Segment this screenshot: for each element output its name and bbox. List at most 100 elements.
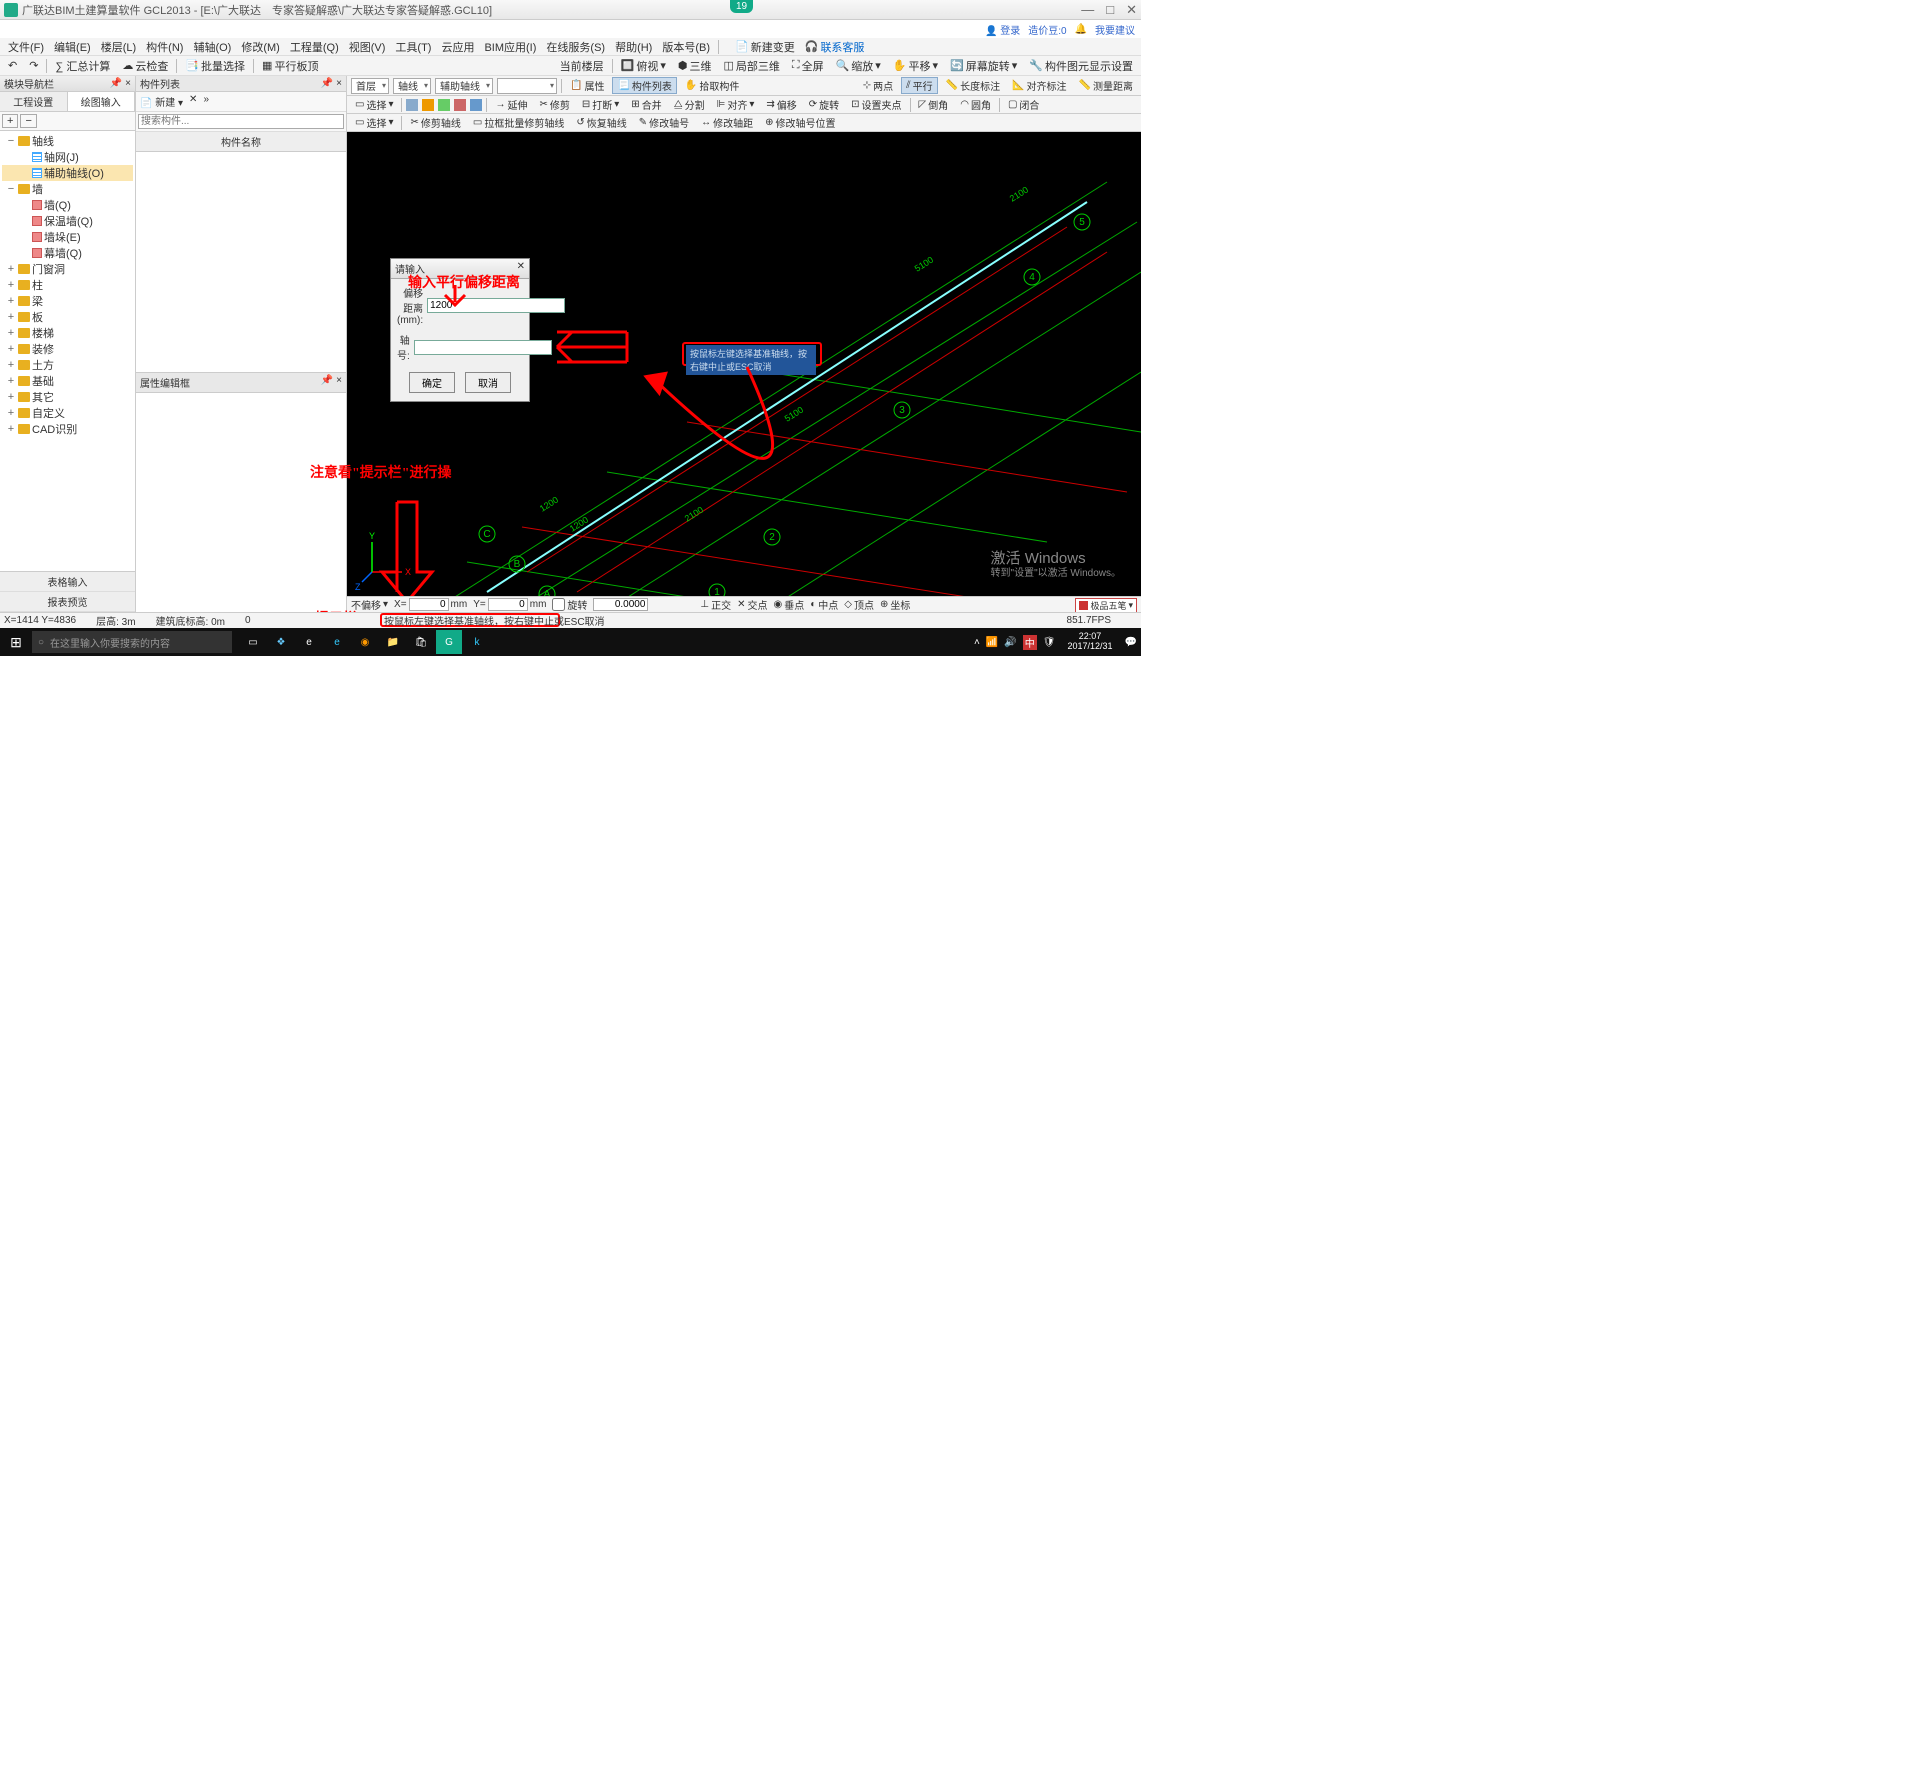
length-dim-button[interactable]: 📏 长度标注 [942, 78, 1004, 93]
display-settings-button[interactable]: 🔧 构件图元显示设置 [1025, 57, 1137, 75]
menu-tools[interactable]: 工具(T) [391, 38, 435, 56]
close-button-tool[interactable]: ▢ 闭合 [1004, 97, 1043, 112]
new-change-button[interactable]: 📄 新建变更 [731, 38, 799, 56]
tool-icon[interactable] [470, 99, 482, 111]
tab-project-settings[interactable]: 工程设置 [0, 92, 68, 111]
tool-icon[interactable] [438, 99, 450, 111]
tray-notifications-icon[interactable]: 💬 [1125, 637, 1137, 648]
cancel-button[interactable]: 取消 [465, 372, 511, 393]
set-grip-button[interactable]: ⊡ 设置夹点 [847, 97, 905, 112]
login-link[interactable]: 👤 登录 [985, 22, 1020, 37]
axis-no-input[interactable] [414, 340, 552, 355]
tree-item[interactable]: +梁 [2, 293, 133, 309]
menu-quantity[interactable]: 工程量(Q) [286, 38, 343, 56]
zoom-button[interactable]: 🔍 缩放 ▾ [832, 57, 885, 75]
tab-draw-input[interactable]: 绘图输入 [68, 92, 136, 111]
contact-support-button[interactable]: 🎧 联系客服 [801, 38, 869, 56]
property-editor[interactable] [136, 393, 346, 613]
snap-perp[interactable]: ◉ 垂点 [774, 597, 805, 612]
aux-axis-select[interactable]: 辅助轴线 [435, 78, 493, 94]
fullscreen-button[interactable]: ⛶ 全屏 [788, 57, 828, 75]
snap-coord[interactable]: ⊕ 坐标 [880, 597, 910, 612]
batch-select-button[interactable]: 📑 批量选择 [181, 57, 249, 75]
trim-axis-button[interactable]: ✂ 修剪轴线 [406, 115, 464, 130]
tree-item[interactable]: +其它 [2, 389, 133, 405]
split-button[interactable]: ⧋ 分割 [670, 97, 709, 112]
partial-3d-button[interactable]: ◫ 局部三维 [719, 57, 783, 75]
menu-bim[interactable]: BIM应用(I) [480, 38, 540, 56]
sum-calc-button[interactable]: ∑ 汇总计算 [51, 57, 114, 75]
align-dim-button[interactable]: 📐 对齐标注 [1008, 78, 1070, 93]
taskbar-clock[interactable]: 22:072017/12/31 [1062, 632, 1119, 652]
rotate-checkbox[interactable] [552, 598, 565, 611]
price-beans[interactable]: 造价豆:0 [1028, 22, 1066, 37]
tray-ime-icon[interactable]: 中 [1023, 635, 1037, 650]
parallel-button[interactable]: ⫽ 平行 [901, 77, 937, 94]
measure-button[interactable]: 📏 测量距离 [1075, 78, 1137, 93]
nav-expand-button[interactable]: + [2, 114, 18, 128]
menu-online[interactable]: 在线服务(S) [542, 38, 609, 56]
parallel-board-button[interactable]: ▦ 平行板顶 [258, 57, 322, 75]
offset-input[interactable] [427, 298, 565, 313]
tray-volume-icon[interactable]: 🔊 [1004, 637, 1016, 648]
feedback-link[interactable]: 我要建议 [1095, 22, 1135, 37]
round-button[interactable]: ◠ 圆角 [956, 97, 995, 112]
tree-item[interactable]: 幕墙(Q) [2, 245, 133, 261]
merge-button[interactable]: ⊞ 合并 [627, 97, 665, 112]
tool-icon[interactable] [422, 99, 434, 111]
rotate-input[interactable] [593, 598, 648, 611]
no-offset-mode[interactable]: 不偏移 ▾ [351, 597, 388, 612]
two-point-button[interactable]: ⊹ 两点 [859, 78, 897, 93]
snap-mid[interactable]: ◐ 中点 [810, 597, 838, 612]
tree-item[interactable]: +装修 [2, 341, 133, 357]
tree-item[interactable]: +楼梯 [2, 325, 133, 341]
minimize-button[interactable]: — [1081, 2, 1094, 18]
tree-item[interactable]: 墙垛(E) [2, 229, 133, 245]
taskbar-app-4[interactable]: k [464, 630, 490, 654]
y-input[interactable] [488, 598, 528, 611]
tree-item[interactable]: +自定义 [2, 405, 133, 421]
taskbar-gcl[interactable]: G [436, 630, 462, 654]
taskbar-app-2[interactable]: e [296, 630, 322, 654]
topview-button[interactable]: 🔲 俯视 ▾ [617, 57, 670, 75]
tool-icon[interactable] [454, 99, 466, 111]
taskbar-search[interactable]: ○ 在这里输入你要搜索的内容 [32, 631, 232, 653]
component-select[interactable] [497, 78, 557, 94]
property-editor-pin[interactable]: 📌 × [321, 375, 342, 390]
tree-item[interactable]: 辅助轴线(O) [2, 165, 133, 181]
delete-component-button[interactable]: ✕ [189, 94, 197, 109]
current-floor-button[interactable]: 当前楼层 [556, 57, 608, 75]
more-component-button[interactable]: » [203, 94, 209, 109]
offset-button[interactable]: ⇉ 偏移 [762, 97, 800, 112]
tree-item[interactable]: +CAD识别 [2, 421, 133, 437]
taskbar-edge[interactable]: e [324, 630, 350, 654]
menu-version[interactable]: 版本号(B) [658, 38, 714, 56]
tree-item[interactable]: +板 [2, 309, 133, 325]
tray-network-icon[interactable]: 📶 [986, 637, 998, 648]
ok-button[interactable]: 确定 [409, 372, 455, 393]
batch-trim-axis-button[interactable]: ▭ 拉框批量修剪轴线 [469, 115, 568, 130]
menu-help[interactable]: 帮助(H) [611, 38, 656, 56]
tree-item[interactable]: +门窗洞 [2, 261, 133, 277]
select-axis-button[interactable]: ▭ 选择 ▾ [351, 115, 397, 130]
menu-component[interactable]: 构件(N) [142, 38, 187, 56]
pan-button[interactable]: ✋ 平移 ▾ [889, 57, 942, 75]
3d-button[interactable]: ⬢ 三维 [674, 57, 716, 75]
notification-badge[interactable]: 19 [730, 0, 753, 13]
tree-item[interactable]: +土方 [2, 357, 133, 373]
tray-shield-icon[interactable]: 🛡 [1043, 637, 1056, 648]
menu-floor[interactable]: 楼层(L) [97, 38, 140, 56]
edit-axis-no-button[interactable]: ✎ 修改轴号 [635, 115, 693, 130]
trim-button[interactable]: ✂ 修剪 [535, 97, 573, 112]
component-list[interactable] [136, 152, 346, 372]
cloud-check-button[interactable]: ☁ 云检查 [118, 57, 172, 75]
restore-axis-button[interactable]: ↺ 恢复轴线 [572, 115, 630, 130]
snap-cross[interactable]: ✕ 交点 [737, 597, 767, 612]
taskbar-explorer[interactable]: 📁 [380, 630, 406, 654]
nav-panel-pin[interactable]: 📌 × [110, 78, 131, 89]
tray-chevron-icon[interactable]: ˄ [974, 637, 980, 648]
new-component-button[interactable]: 📄 新建 ▾ [140, 94, 183, 109]
start-button[interactable]: ⊞ [0, 634, 32, 651]
taskbar-app-1[interactable]: ❖ [268, 630, 294, 654]
bell-icon[interactable]: 🔔 [1075, 24, 1087, 35]
